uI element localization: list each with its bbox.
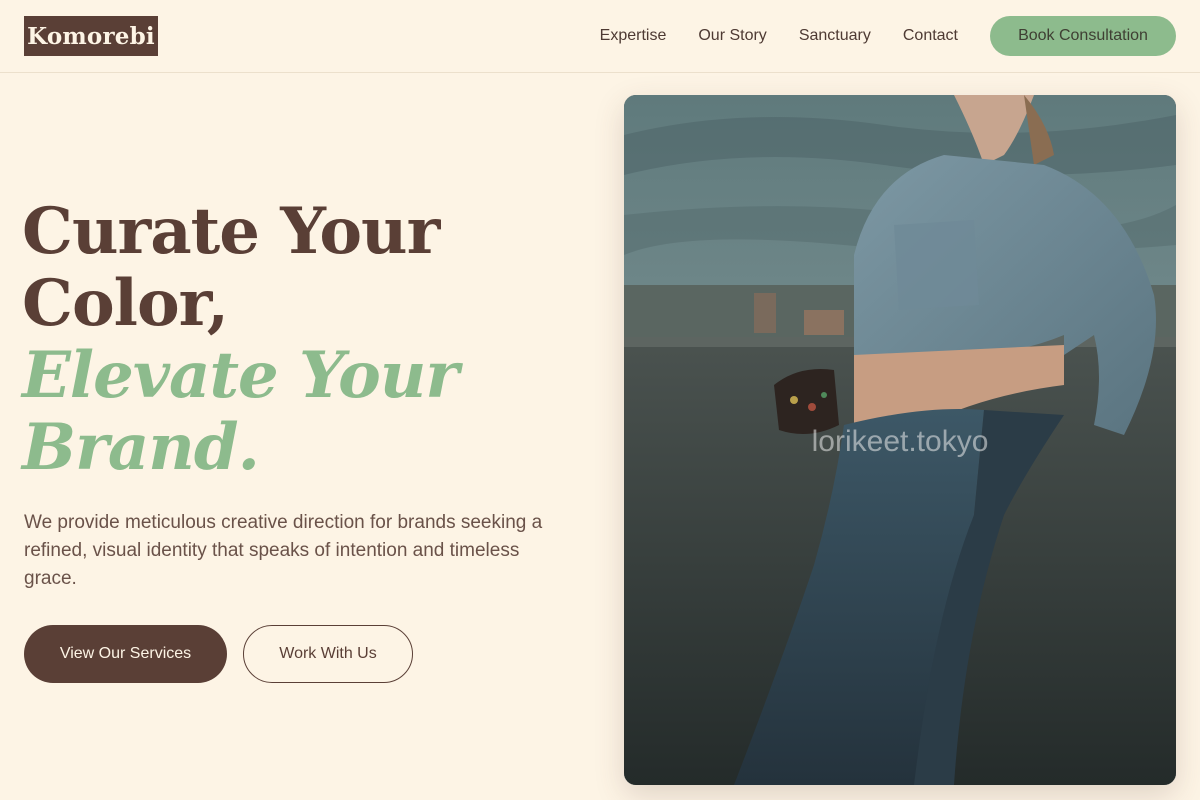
nav-link-sanctuary[interactable]: Sanctuary <box>799 27 871 45</box>
hero-title-line-2: Color, <box>22 266 229 341</box>
hero-title-line-3: Elevate Your <box>22 338 459 413</box>
main-nav: Expertise Our Story Sanctuary Contact Bo… <box>600 16 1176 56</box>
hero-photo: lorikeet.tokyo <box>624 95 1176 785</box>
nav-link-contact[interactable]: Contact <box>903 27 958 45</box>
nav-link-expertise[interactable]: Expertise <box>600 27 667 45</box>
hero-description: We provide meticulous creative direction… <box>24 512 543 589</box>
nav-link-our-story[interactable]: Our Story <box>698 27 766 45</box>
hero-title: Curate Your Color, Elevate Your Brand. <box>22 196 582 484</box>
book-consultation-button[interactable]: Book Consultation <box>990 16 1176 56</box>
work-with-us-button[interactable]: Work With Us <box>243 625 413 683</box>
brand-logo[interactable]: Komorebi <box>24 16 158 56</box>
hero-title-line-1: Curate Your <box>22 194 440 269</box>
photo-watermark: lorikeet.tokyo <box>811 425 989 458</box>
view-services-button[interactable]: View Our Services <box>24 625 227 683</box>
site-header: Komorebi Expertise Our Story Sanctuary C… <box>0 0 1200 73</box>
hero-title-line-4: Brand. <box>22 410 260 485</box>
